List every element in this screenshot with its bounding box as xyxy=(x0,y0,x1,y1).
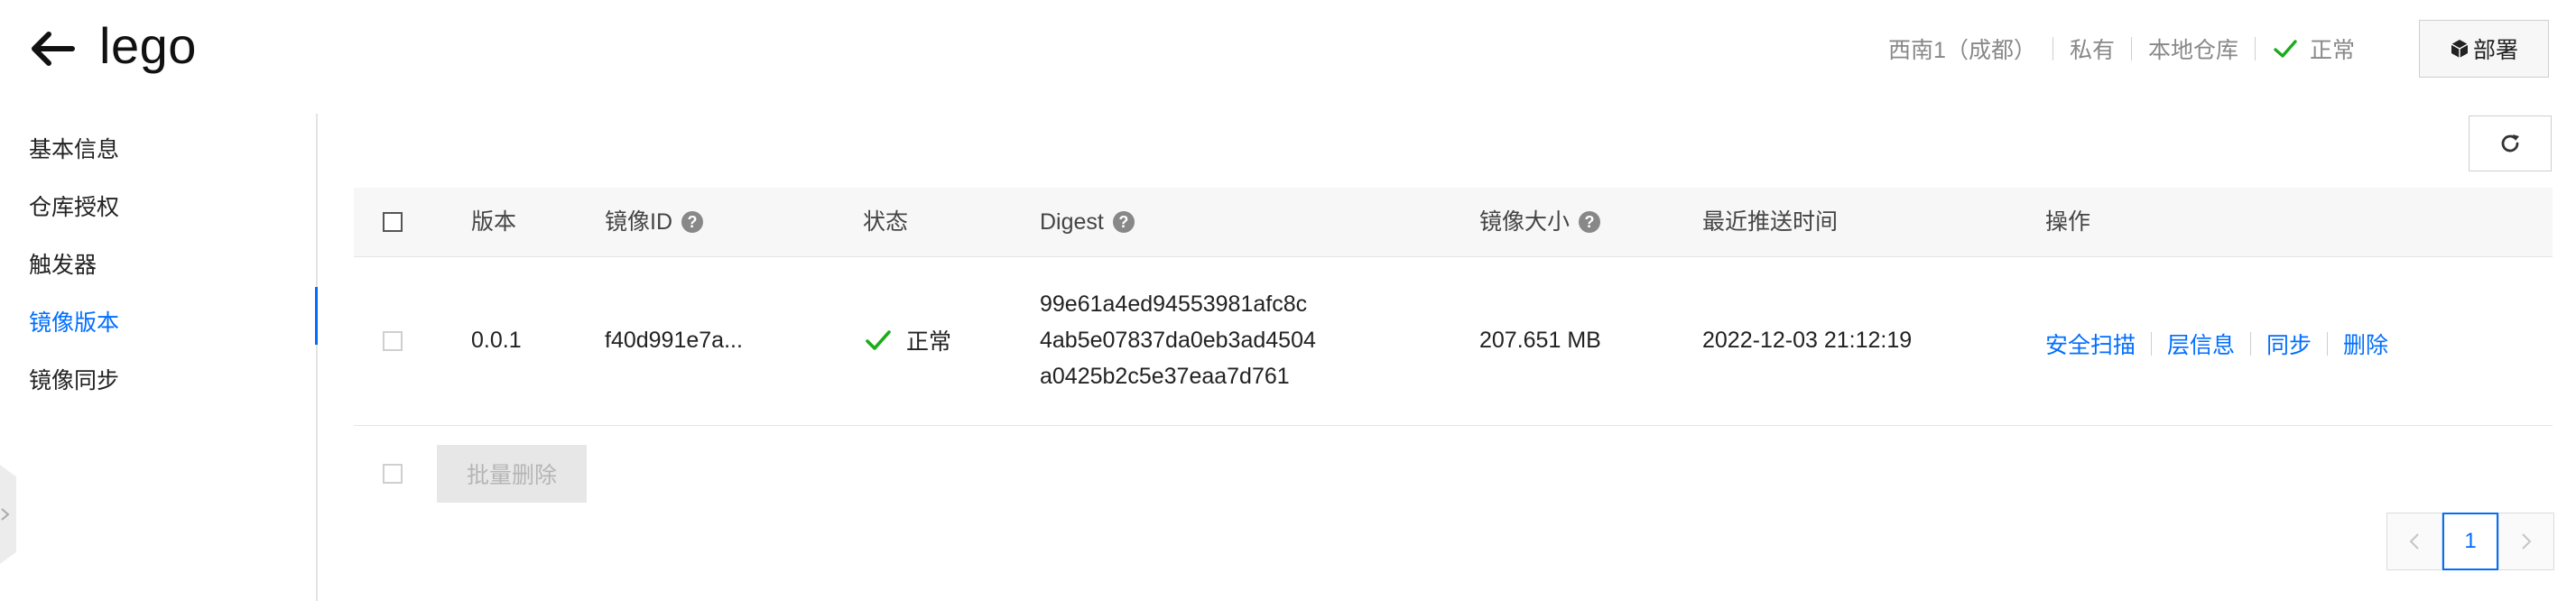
cell-image-id: f40d991e7a... xyxy=(605,328,743,353)
sidebar-item-basic-info[interactable]: 基本信息 xyxy=(29,132,119,164)
column-digest: Digest ? xyxy=(1040,188,1135,256)
page-title: lego xyxy=(99,17,197,74)
chevron-right-icon xyxy=(2522,533,2532,550)
prev-page-button[interactable] xyxy=(2386,513,2442,570)
column-status: 状态 xyxy=(863,209,909,235)
page-header: lego 西南1（成都） 私有 本地仓库 正常 部署 xyxy=(0,0,2576,99)
region-label: 西南1（成都） xyxy=(1888,38,2036,63)
refresh-button[interactable] xyxy=(2469,116,2552,171)
help-icon[interactable]: ? xyxy=(1112,211,1135,233)
sidebar-item-triggers[interactable]: 触发器 xyxy=(29,247,97,280)
table-header: 版本 镜像ID ? 状态 Digest ? 镜像大小 ? 最近推送时间 操作 xyxy=(354,188,2553,257)
divider xyxy=(2250,332,2252,356)
visibility-label: 私有 xyxy=(2069,38,2115,63)
divider xyxy=(2327,332,2329,356)
divider xyxy=(2130,37,2132,60)
next-page-button[interactable] xyxy=(2498,513,2554,570)
column-size: 镜像大小 ? xyxy=(1479,188,1601,256)
chevron-left-icon xyxy=(2409,533,2419,550)
sidebar: 基本信息 仓库授权 触发器 镜像版本 镜像同步 xyxy=(0,114,318,601)
column-pushed-time: 最近推送时间 xyxy=(1702,209,1839,235)
sidebar-collapse-handle[interactable] xyxy=(0,465,16,564)
digest-line: a0425b2c5e37eaa7d761 xyxy=(1040,364,1290,389)
batch-delete-button[interactable]: 批量删除 xyxy=(437,445,587,503)
status-label: 正常 xyxy=(906,329,952,355)
repo-status-label: 正常 xyxy=(2309,38,2355,63)
help-icon[interactable]: ? xyxy=(1579,211,1601,233)
page-number-button[interactable]: 1 xyxy=(2442,513,2498,570)
cell-size: 207.651 MB xyxy=(1479,328,1601,353)
divider xyxy=(2151,332,2153,356)
sidebar-item-repo-auth[interactable]: 仓库授权 xyxy=(29,190,119,222)
digest-line: 4ab5e07837da0eb3ad4504 xyxy=(1040,328,1316,353)
table-row: 0.0.1 f40d991e7a... 正常 99e61a4ed94553981… xyxy=(354,257,2553,426)
chevron-right-icon xyxy=(1,508,10,521)
pagination: 1 xyxy=(2386,513,2554,570)
column-actions: 操作 xyxy=(2045,209,2091,235)
back-arrow-icon[interactable] xyxy=(27,23,78,74)
repo-meta: 西南1（成都） 私有 本地仓库 正常 xyxy=(1888,31,2355,67)
check-icon xyxy=(866,330,891,350)
divider xyxy=(2254,37,2256,60)
sidebar-item-image-sync[interactable]: 镜像同步 xyxy=(29,363,119,395)
cell-status: 正常 xyxy=(863,324,951,356)
row-checkbox[interactable] xyxy=(383,331,403,351)
cell-pushed-time: 2022-12-03 21:12:19 xyxy=(1702,328,1913,353)
layer-info-link[interactable]: 层信息 xyxy=(2167,328,2235,360)
column-digest-label: Digest xyxy=(1040,209,1104,235)
column-image-id-label: 镜像ID xyxy=(605,209,673,235)
sidebar-item-image-versions[interactable]: 镜像版本 xyxy=(29,305,119,337)
deploy-button[interactable]: 部署 xyxy=(2419,20,2549,78)
cell-actions: 安全扫描 层信息 同步 删除 xyxy=(2045,328,2388,360)
column-version: 版本 xyxy=(471,209,517,235)
column-size-label: 镜像大小 xyxy=(1479,209,1571,235)
footer-select-all-checkbox[interactable] xyxy=(383,464,403,484)
delete-link[interactable]: 删除 xyxy=(2343,328,2388,360)
repo-type-label: 本地仓库 xyxy=(2147,38,2238,63)
help-icon[interactable]: ? xyxy=(681,211,704,233)
select-all-checkbox[interactable] xyxy=(383,212,403,232)
table-footer: 批量删除 xyxy=(354,426,2553,516)
active-indicator xyxy=(315,287,318,345)
deploy-button-label: 部署 xyxy=(2472,38,2518,63)
check-icon xyxy=(2274,40,2297,58)
digest-line: 99e61a4ed94553981afc8c xyxy=(1040,291,1308,317)
cube-icon xyxy=(2451,40,2469,58)
column-image-id: 镜像ID ? xyxy=(605,188,704,256)
cell-digest: 99e61a4ed94553981afc8c 4ab5e07837da0eb3a… xyxy=(1040,286,1316,394)
cell-version: 0.0.1 xyxy=(471,328,522,353)
security-scan-link[interactable]: 安全扫描 xyxy=(2045,328,2136,360)
divider xyxy=(2052,37,2053,60)
refresh-icon xyxy=(2501,134,2519,153)
sync-link[interactable]: 同步 xyxy=(2266,328,2312,360)
